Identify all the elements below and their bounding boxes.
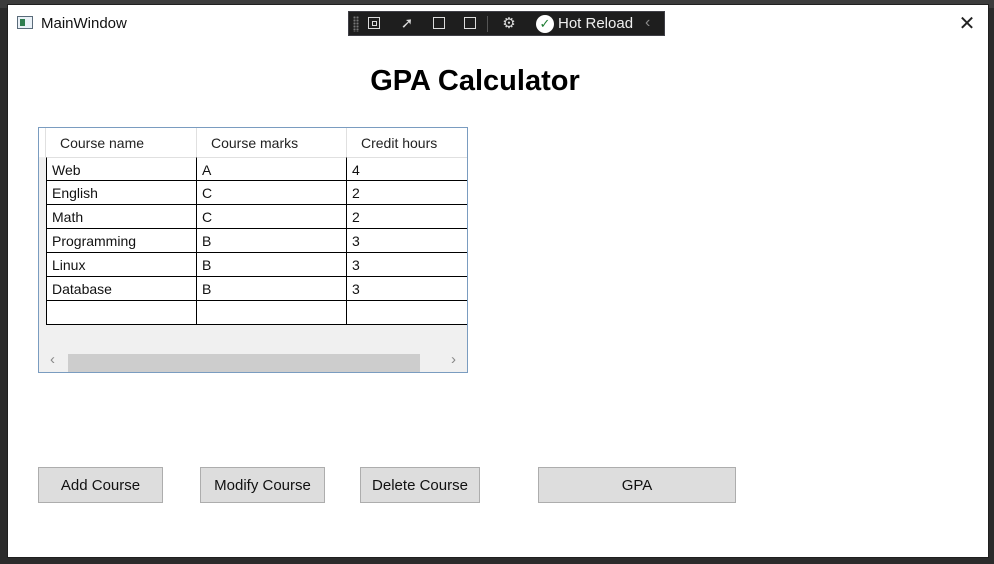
gpa-button[interactable]: GPA (538, 467, 736, 503)
app-icon (17, 16, 33, 29)
page-title: GPA Calculator (370, 65, 580, 97)
main-window: MainWindow ✕ ➚ ⚙ ✓ Hot Reload ‹ GPA Calc… (8, 5, 988, 557)
hot-reload-check-icon: ✓ (536, 15, 554, 33)
layout-adorner-icon[interactable] (429, 15, 449, 33)
cell-course-marks[interactable]: B (197, 277, 347, 301)
cell-course-name[interactable]: English (46, 181, 197, 205)
cell-credit-hours[interactable]: 3 (347, 277, 467, 301)
track-focus-icon[interactable] (461, 15, 481, 33)
cell-course-name[interactable] (46, 301, 197, 325)
cell-course-marks[interactable] (197, 301, 347, 325)
cell-course-name[interactable]: Math (46, 205, 197, 229)
collapse-chevron-icon[interactable]: ‹ (645, 14, 650, 32)
cell-credit-hours[interactable]: 2 (347, 205, 467, 229)
hot-reload-label[interactable]: Hot Reload (558, 15, 633, 32)
cell-course-marks[interactable]: B (197, 229, 347, 253)
cell-course-marks[interactable]: B (197, 253, 347, 277)
cell-course-marks[interactable]: C (197, 181, 347, 205)
binding-failures-icon[interactable]: ⚙ (499, 15, 519, 33)
window-title: MainWindow (41, 15, 127, 32)
cell-course-name[interactable]: Programming (46, 229, 197, 253)
cell-course-name[interactable]: Database (46, 277, 197, 301)
toolbar-separator (487, 16, 488, 32)
cell-credit-hours[interactable] (347, 301, 467, 325)
modify-course-button[interactable]: Modify Course (200, 467, 325, 503)
toolbar-grip-icon[interactable] (353, 16, 359, 32)
scroll-right-icon[interactable]: › (451, 351, 456, 368)
horizontal-scrollbar[interactable]: ‹ › (39, 349, 467, 372)
column-header-course-name[interactable]: Course name (46, 128, 197, 157)
select-element-icon[interactable] (365, 15, 385, 33)
cell-credit-hours[interactable]: 2 (347, 181, 467, 205)
hot-reload-toolbar: ➚ ⚙ ✓ Hot Reload ‹ (348, 11, 665, 36)
cell-credit-hours[interactable]: 3 (347, 229, 467, 253)
scroll-left-icon[interactable]: ‹ (50, 351, 55, 368)
delete-course-button[interactable]: Delete Course (360, 467, 480, 503)
cell-course-marks[interactable]: A (197, 157, 347, 181)
cell-course-marks[interactable]: C (197, 205, 347, 229)
column-header-course-marks[interactable]: Course marks (197, 128, 347, 157)
pointer-select-icon[interactable]: ➚ (397, 15, 417, 33)
column-header-credit-hours[interactable]: Credit hours (347, 128, 467, 157)
cell-credit-hours[interactable]: 4 (347, 157, 467, 181)
cell-credit-hours[interactable]: 3 (347, 253, 467, 277)
header-corner (39, 128, 46, 157)
close-button[interactable]: ✕ (952, 11, 982, 37)
cell-course-name[interactable]: Linux (46, 253, 197, 277)
add-course-button[interactable]: Add Course (38, 467, 163, 503)
courses-datagrid[interactable]: Course name Course marks Credit hours We… (38, 127, 468, 373)
scrollbar-thumb[interactable] (68, 354, 420, 372)
cell-course-name[interactable]: Web (46, 157, 197, 181)
